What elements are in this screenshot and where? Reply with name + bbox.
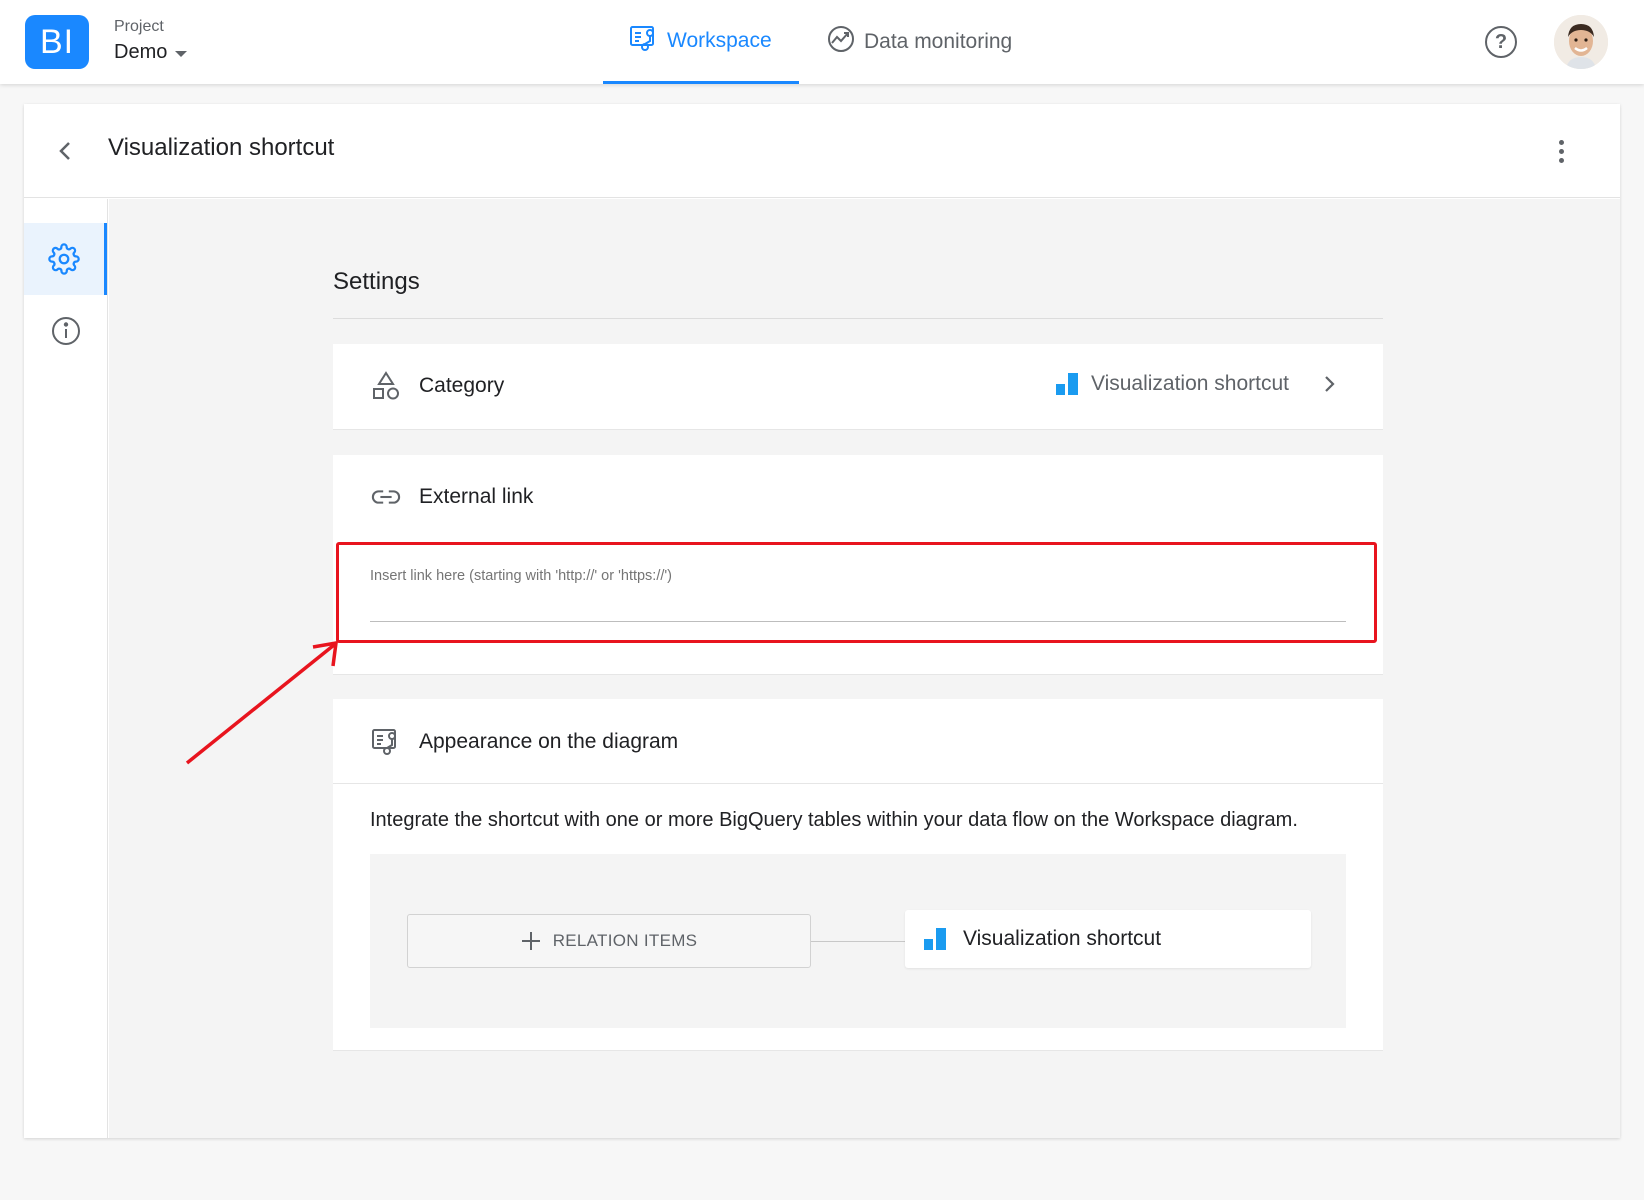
- diagram-icon: [371, 727, 401, 757]
- tab-workspace-label: Workspace: [667, 28, 772, 52]
- sidenav-item-info[interactable]: [24, 295, 107, 367]
- diagram-preview: RELATION ITEMS Visualization shortcut: [370, 854, 1346, 1028]
- project-selector[interactable]: Demo: [114, 41, 188, 64]
- external-link-label: External link: [419, 485, 534, 508]
- appearance-divider: [333, 783, 1383, 784]
- external-link-placeholder: Insert link here (starting with 'http://…: [370, 568, 672, 584]
- page-header: Visualization shortcut: [24, 104, 1620, 198]
- diagram-connector: [811, 941, 905, 942]
- relation-items-label: RELATION ITEMS: [552, 931, 698, 950]
- external-link-panel: External link Insert link here (starting…: [333, 455, 1383, 675]
- category-row[interactable]: Category Visualization shortcut: [333, 344, 1383, 430]
- info-icon: [51, 317, 80, 345]
- bar-chart-icon: [1055, 373, 1078, 395]
- diagram-node-label: Visualization shortcut: [963, 927, 1162, 950]
- help-icon[interactable]: ?: [1485, 26, 1517, 58]
- avatar[interactable]: [1554, 15, 1608, 69]
- appearance-label: Appearance on the diagram: [419, 730, 679, 753]
- more-vertical-icon: [1558, 139, 1564, 145]
- settings-title: Settings: [333, 268, 420, 295]
- tab-data-monitoring[interactable]: Data monitoring: [826, 0, 1012, 84]
- tab-workspace[interactable]: Workspace: [603, 0, 799, 84]
- category-label: Category: [419, 374, 505, 397]
- external-link-input[interactable]: Insert link here (starting with 'http://…: [370, 564, 1346, 622]
- back-button[interactable]: [50, 136, 80, 166]
- category-value: Visualization shortcut: [1055, 372, 1335, 396]
- chevron-left-icon: [59, 142, 70, 160]
- bar-chart-icon: [924, 928, 946, 950]
- page-title: Visualization shortcut: [108, 134, 335, 161]
- appearance-description: Integrate the shortcut with one or more …: [370, 809, 1298, 831]
- link-icon: [371, 482, 401, 512]
- monitoring-icon: [826, 24, 856, 60]
- side-navigation: [24, 199, 108, 1138]
- project-name: Demo: [114, 41, 168, 63]
- top-bar: BI Project Demo Workspace Data monitorin…: [0, 0, 1644, 84]
- more-options-button[interactable]: [1546, 136, 1576, 166]
- app-logo[interactable]: BI: [25, 15, 89, 69]
- chevron-right-icon: [1325, 376, 1335, 392]
- settings-divider: [333, 318, 1383, 319]
- workspace-icon: [629, 25, 659, 57]
- plus-icon: [521, 932, 540, 950]
- diagram-node-shortcut: Visualization shortcut: [905, 910, 1311, 968]
- category-value-label: Visualization shortcut: [1090, 372, 1289, 395]
- project-label: Project: [114, 18, 164, 35]
- tab-data-monitoring-label: Data monitoring: [864, 30, 1013, 53]
- add-relation-items-button[interactable]: RELATION ITEMS: [407, 914, 811, 968]
- gear-icon: [48, 243, 80, 275]
- appearance-panel: Appearance on the diagram Integrate the …: [333, 699, 1383, 1051]
- caret-down-icon: [175, 50, 188, 57]
- sidenav-item-settings[interactable]: [24, 223, 107, 295]
- category-shapes-icon: [371, 371, 401, 401]
